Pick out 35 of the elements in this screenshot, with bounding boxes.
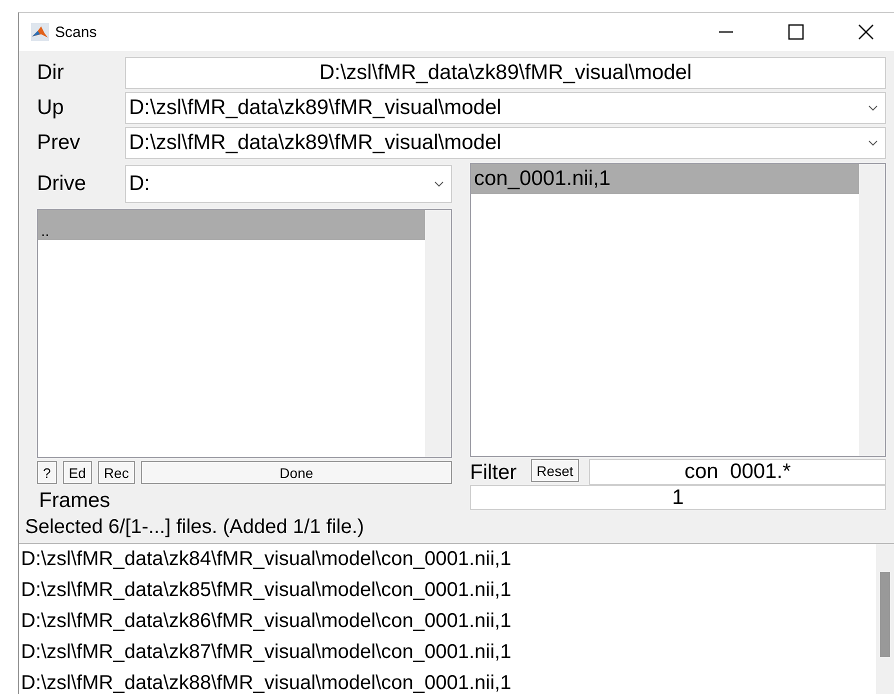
frames-field[interactable]: 1 — [470, 485, 886, 510]
drive-label: Drive — [37, 172, 88, 196]
selected-file-item[interactable]: D:\zsl\fMR_data\zk87\fMR_visual\model\con_0001.nii,1 — [19, 637, 876, 668]
chevron-down-icon — [868, 104, 878, 110]
scrollbar-thumb[interactable] — [880, 572, 890, 657]
tool-button[interactable]: ? — [37, 461, 57, 484]
frames-label: Frames — [38, 489, 112, 513]
directory-item[interactable]: .. — [38, 210, 425, 240]
scrollbar[interactable] — [859, 164, 885, 456]
selected-file-item[interactable]: D:\zsl\fMR_data\zk85\fMR_visual\model\con_0001.nii,1 — [19, 575, 876, 606]
drive-dropdown[interactable]: D: — [125, 165, 452, 203]
up-dropdown[interactable]: D:\zsl\fMR_data\zk89\fMR_visual\model — [125, 92, 886, 124]
tool-button[interactable]: Ed — [62, 461, 92, 484]
selected-file-item[interactable]: D:\zsl\fMR_data\zk88\fMR_visual\model\con_0001.nii,1 — [19, 668, 876, 694]
dir-field: D:\zsl\fMR_data\zk89\fMR_visual\model — [125, 56, 886, 88]
prev-dropdown[interactable]: D:\zsl\fMR_data\zk89\fMR_visual\model — [125, 126, 886, 158]
up-label: Up — [37, 96, 65, 120]
reset-button[interactable]: Reset — [530, 459, 580, 482]
window-title: Scans — [55, 24, 97, 40]
maximize-icon[interactable] — [786, 22, 806, 42]
selected-file-item[interactable]: D:\zsl\fMR_data\zk86\fMR_visual\model\con_0001.nii,1 — [19, 606, 876, 637]
dir-label: Dir — [37, 60, 65, 84]
selected-file-item[interactable]: D:\zsl\fMR_data\zk84\fMR_visual\model\con_0001.nii,1 — [19, 544, 876, 575]
file-item[interactable]: con_0001.nii,1 — [471, 164, 859, 194]
chevron-down-icon — [434, 181, 444, 187]
status-text: Selected 6/[1-...] files. (Added 1/1 file.) — [25, 516, 366, 539]
app-icon — [31, 23, 49, 41]
filter-label: Filter — [470, 461, 517, 485]
scrollbar[interactable] — [425, 210, 451, 457]
chevron-down-icon — [868, 140, 878, 146]
done-button[interactable]: Done — [140, 461, 452, 484]
filter-field[interactable]: con 0001.* — [589, 459, 886, 485]
close-icon[interactable] — [856, 22, 876, 42]
tool-button[interactable]: Rec — [98, 461, 135, 484]
prev-label: Prev — [37, 130, 82, 154]
